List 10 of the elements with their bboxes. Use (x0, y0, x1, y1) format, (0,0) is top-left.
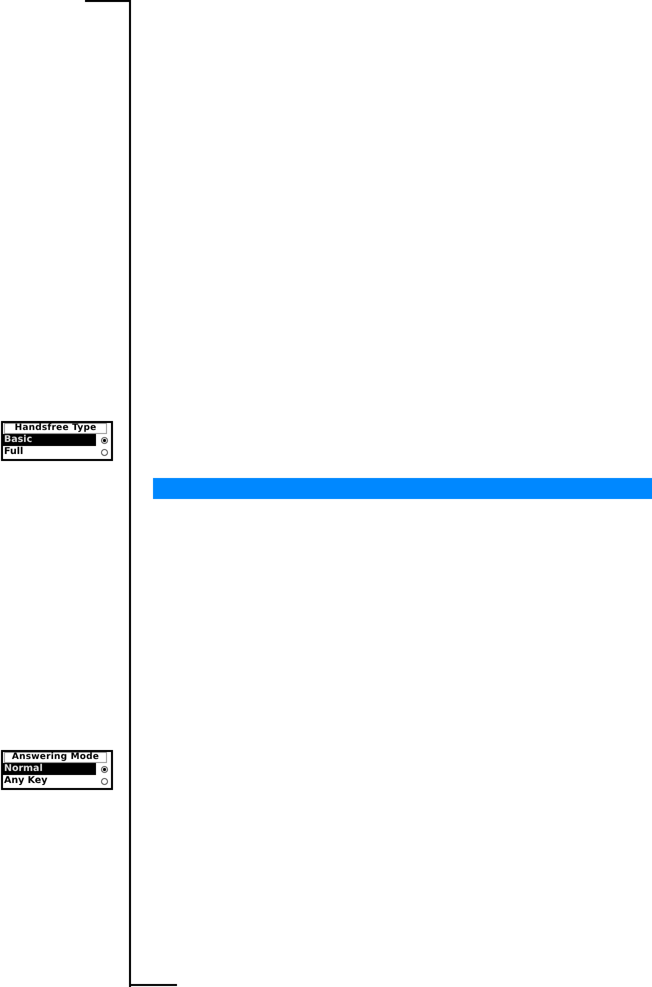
menu-option[interactable]: Normal (3, 763, 96, 775)
menu-option[interactable]: Any Key (3, 775, 96, 787)
radio-selected-icon[interactable] (101, 436, 108, 444)
screen-title: Handsfree Type (4, 423, 107, 434)
menu-option[interactable]: Full (3, 446, 96, 458)
radio-empty-icon[interactable] (101, 448, 108, 456)
menu-option[interactable]: Basic (3, 434, 96, 446)
screen-title: Answering Mode (4, 752, 107, 763)
radio-empty-icon[interactable] (101, 778, 108, 784)
radio-selected-icon[interactable] (101, 766, 108, 772)
